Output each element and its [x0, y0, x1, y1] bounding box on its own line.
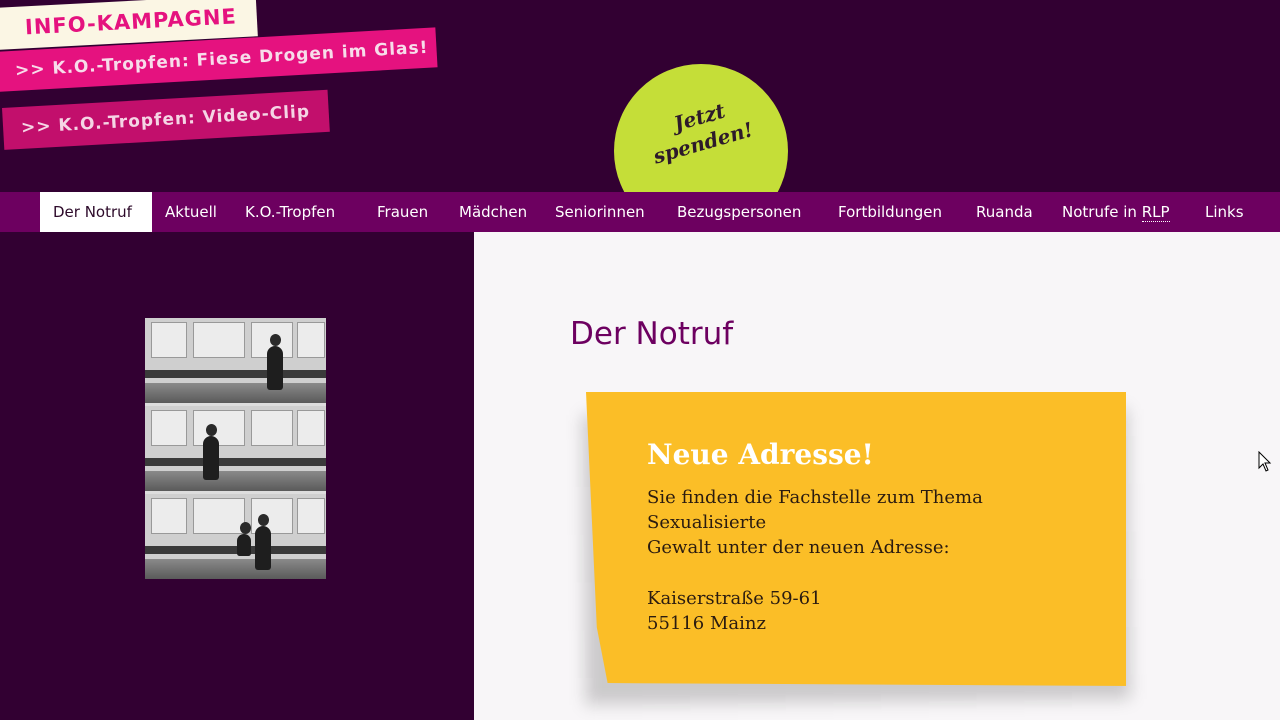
- nav-item-fortbildungen[interactable]: Fortbildungen: [825, 192, 955, 232]
- mouse-cursor-icon: [1258, 451, 1272, 472]
- nav-item-maedchen[interactable]: Mädchen: [446, 192, 540, 232]
- nav-item-ruanda[interactable]: Ruanda: [963, 192, 1046, 232]
- nav-item-bezugspersonen[interactable]: Bezugspersonen: [664, 192, 814, 232]
- nav-item-der-notruf[interactable]: Der Notruf: [40, 192, 152, 232]
- main-content: Der Notruf Neue Adresse! Sie finden die …: [474, 232, 1280, 720]
- photo-frame-3: [145, 494, 326, 579]
- note-address: Kaiserstraße 59-61 55116 Mainz: [647, 586, 1066, 636]
- page-title: Der Notruf: [570, 316, 734, 352]
- photo-frame-1: [145, 318, 326, 403]
- nav-item-ko-tropfen[interactable]: K.O.-Tropfen: [232, 192, 348, 232]
- address-city: 55116 Mainz: [647, 613, 766, 634]
- donate-button[interactable]: Jetzt spenden!: [614, 64, 790, 192]
- link-ko-drops-video[interactable]: >> K.O.-Tropfen: Video-Clip: [2, 89, 330, 150]
- photo-frame-2: [145, 406, 326, 491]
- nav-item-links[interactable]: Links: [1192, 192, 1257, 232]
- main-nav: Der Notruf Aktuell K.O.-Tropfen Frauen M…: [0, 192, 1280, 232]
- nav-item-notrufe-rlp[interactable]: Notrufe in RLP: [1049, 192, 1183, 232]
- nav-item-aktuell[interactable]: Aktuell: [152, 192, 230, 232]
- rlp-abbreviation: RLP: [1141, 203, 1170, 222]
- address-note: Neue Adresse! Sie finden die Fachstelle …: [586, 392, 1126, 686]
- address-street: Kaiserstraße 59-61: [647, 588, 822, 609]
- note-heading: Neue Adresse!: [647, 438, 874, 471]
- photo-strip-image: [145, 318, 326, 579]
- nav-item-frauen[interactable]: Frauen: [364, 192, 441, 232]
- nav-item-seniorinnen[interactable]: Seniorinnen: [542, 192, 658, 232]
- note-text: Sie finden die Fachstelle zum Thema Sexu…: [647, 487, 983, 558]
